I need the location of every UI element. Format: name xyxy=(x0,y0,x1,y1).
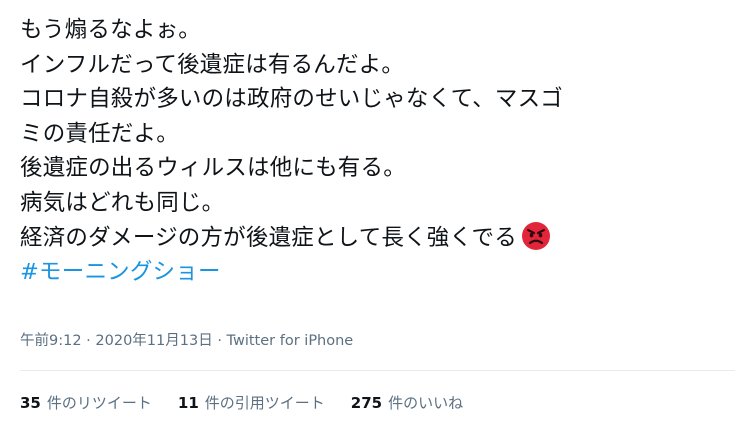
tweet-source[interactable]: Twitter for iPhone xyxy=(227,333,354,349)
tweet-line: もう煽るなよぉ。 xyxy=(20,17,201,43)
tweet-line-with-emoji: 経済のダメージの方が後遺症として長く強くでる xyxy=(20,221,735,256)
likes-count: 275 xyxy=(350,394,383,412)
meta-separator: · xyxy=(86,333,91,349)
likes-label: 件のいいね xyxy=(388,394,464,412)
hashtag-line: #モーニングショー xyxy=(20,255,735,290)
likes-stat[interactable]: 275 件のいいね xyxy=(351,392,463,413)
tweet-line: ミの責任だよ。 xyxy=(20,120,179,147)
tweet-text: もう煽るなよぉ。 インフルだって後遺症は有るんだよ。 コロナ自殺が多いのは政府の… xyxy=(20,13,735,290)
quote-tweets-label: 件の引用ツイート xyxy=(204,394,325,412)
angry-face-icon xyxy=(521,221,551,251)
tweet-line: コロナ自殺が多いのは政府のせいじゃなくて、マスゴ xyxy=(20,86,564,113)
quote-tweets-stat[interactable]: 11 件の引用ツイート xyxy=(178,392,325,413)
tweet-stats: 35 件のリツイート 11 件の引用ツイート 275 件のいいね xyxy=(20,392,463,413)
meta-separator: · xyxy=(217,333,222,349)
tweet-line: 経済のダメージの方が後遺症として長く強くでる xyxy=(20,224,517,251)
tweet: もう煽るなよぉ。 インフルだって後遺症は有るんだよ。 コロナ自殺が多いのは政府の… xyxy=(0,0,747,433)
tweet-meta: 午前9:12 · 2020年11月13日 · Twitter for iPhon… xyxy=(20,329,353,350)
tweet-date[interactable]: 2020年11月13日 xyxy=(95,333,212,349)
tweet-line: 病気はどれも同じ。 xyxy=(20,189,225,216)
tweet-line: インフルだって後遺症は有るんだよ。 xyxy=(20,51,405,78)
tweet-line: 後遺症の出るウィルスは他にも有る。 xyxy=(20,155,406,182)
retweets-count: 35 xyxy=(20,394,41,412)
retweets-stat[interactable]: 35 件のリツイート xyxy=(20,392,152,413)
hashtag-link[interactable]: #モーニングショー xyxy=(20,259,221,285)
quote-tweets-count: 11 xyxy=(177,394,199,412)
retweets-label: 件のリツイート xyxy=(46,394,152,412)
tweet-time[interactable]: 午前9:12 xyxy=(20,333,82,349)
divider xyxy=(20,370,735,371)
